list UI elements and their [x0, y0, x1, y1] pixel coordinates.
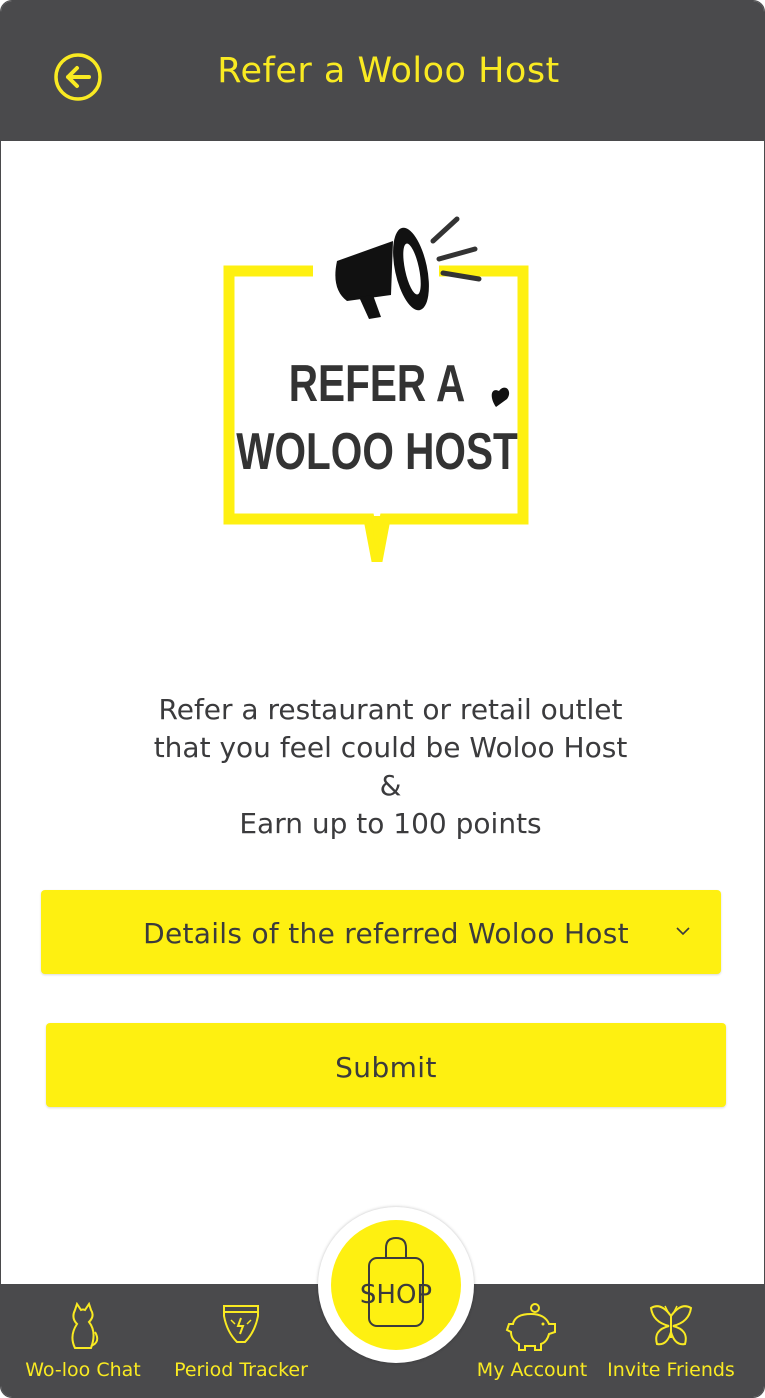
- tab-label: Wo-loo Chat: [25, 1359, 141, 1381]
- message-line: that you feel could be Woloo Host: [153, 731, 628, 764]
- message-line: Refer a restaurant or retail outlet: [158, 693, 623, 726]
- tab-invite-friends[interactable]: Invite Friends: [601, 1284, 741, 1397]
- heart-icon: [491, 387, 510, 407]
- referred-host-details-dropdown[interactable]: Details of the referred Woloo Host: [41, 890, 721, 974]
- tab-label: My Account: [476, 1359, 588, 1381]
- chevron-down-icon: [676, 927, 690, 936]
- message-line: Earn up to 100 points: [239, 807, 542, 840]
- message-line: &: [379, 769, 402, 802]
- tab-label: Invite Friends: [607, 1359, 735, 1381]
- cat-icon: [71, 1302, 99, 1349]
- tab-label: Period Tracker: [174, 1359, 308, 1381]
- header-bar: Refer a Woloo Host: [1, 1, 764, 141]
- shop-button-ring: SHOP: [318, 1207, 474, 1363]
- period-tracker-icon: [223, 1305, 259, 1343]
- shop-label: SHOP: [359, 1280, 433, 1310]
- tab-my-account[interactable]: My Account: [471, 1284, 593, 1397]
- page-title: Refer a Woloo Host: [217, 51, 560, 91]
- piggy-bank-icon: [505, 1303, 556, 1351]
- submit-label: Submit: [335, 1051, 437, 1084]
- tab-period-tracker[interactable]: Period Tracker: [167, 1284, 315, 1397]
- hero-line-1: REFER A: [289, 354, 465, 412]
- tab-woloo-chat[interactable]: Wo-loo Chat: [13, 1284, 153, 1397]
- app-frame: Refer a Woloo Host REFER A WOLOO HOST Re…: [0, 0, 765, 1398]
- submit-button[interactable]: Submit: [46, 1023, 726, 1107]
- refer-host-illustration: REFER A WOLOO HOST: [221, 211, 541, 571]
- referral-message: Refer a restaurant or retail outlet that…: [1, 691, 764, 843]
- hero-line-2: WOLOO HOST: [236, 422, 518, 480]
- shop-button[interactable]: SHOP: [331, 1220, 461, 1350]
- butterfly-icon: [649, 1305, 693, 1346]
- dropdown-label: Details of the referred Woloo Host: [143, 917, 629, 950]
